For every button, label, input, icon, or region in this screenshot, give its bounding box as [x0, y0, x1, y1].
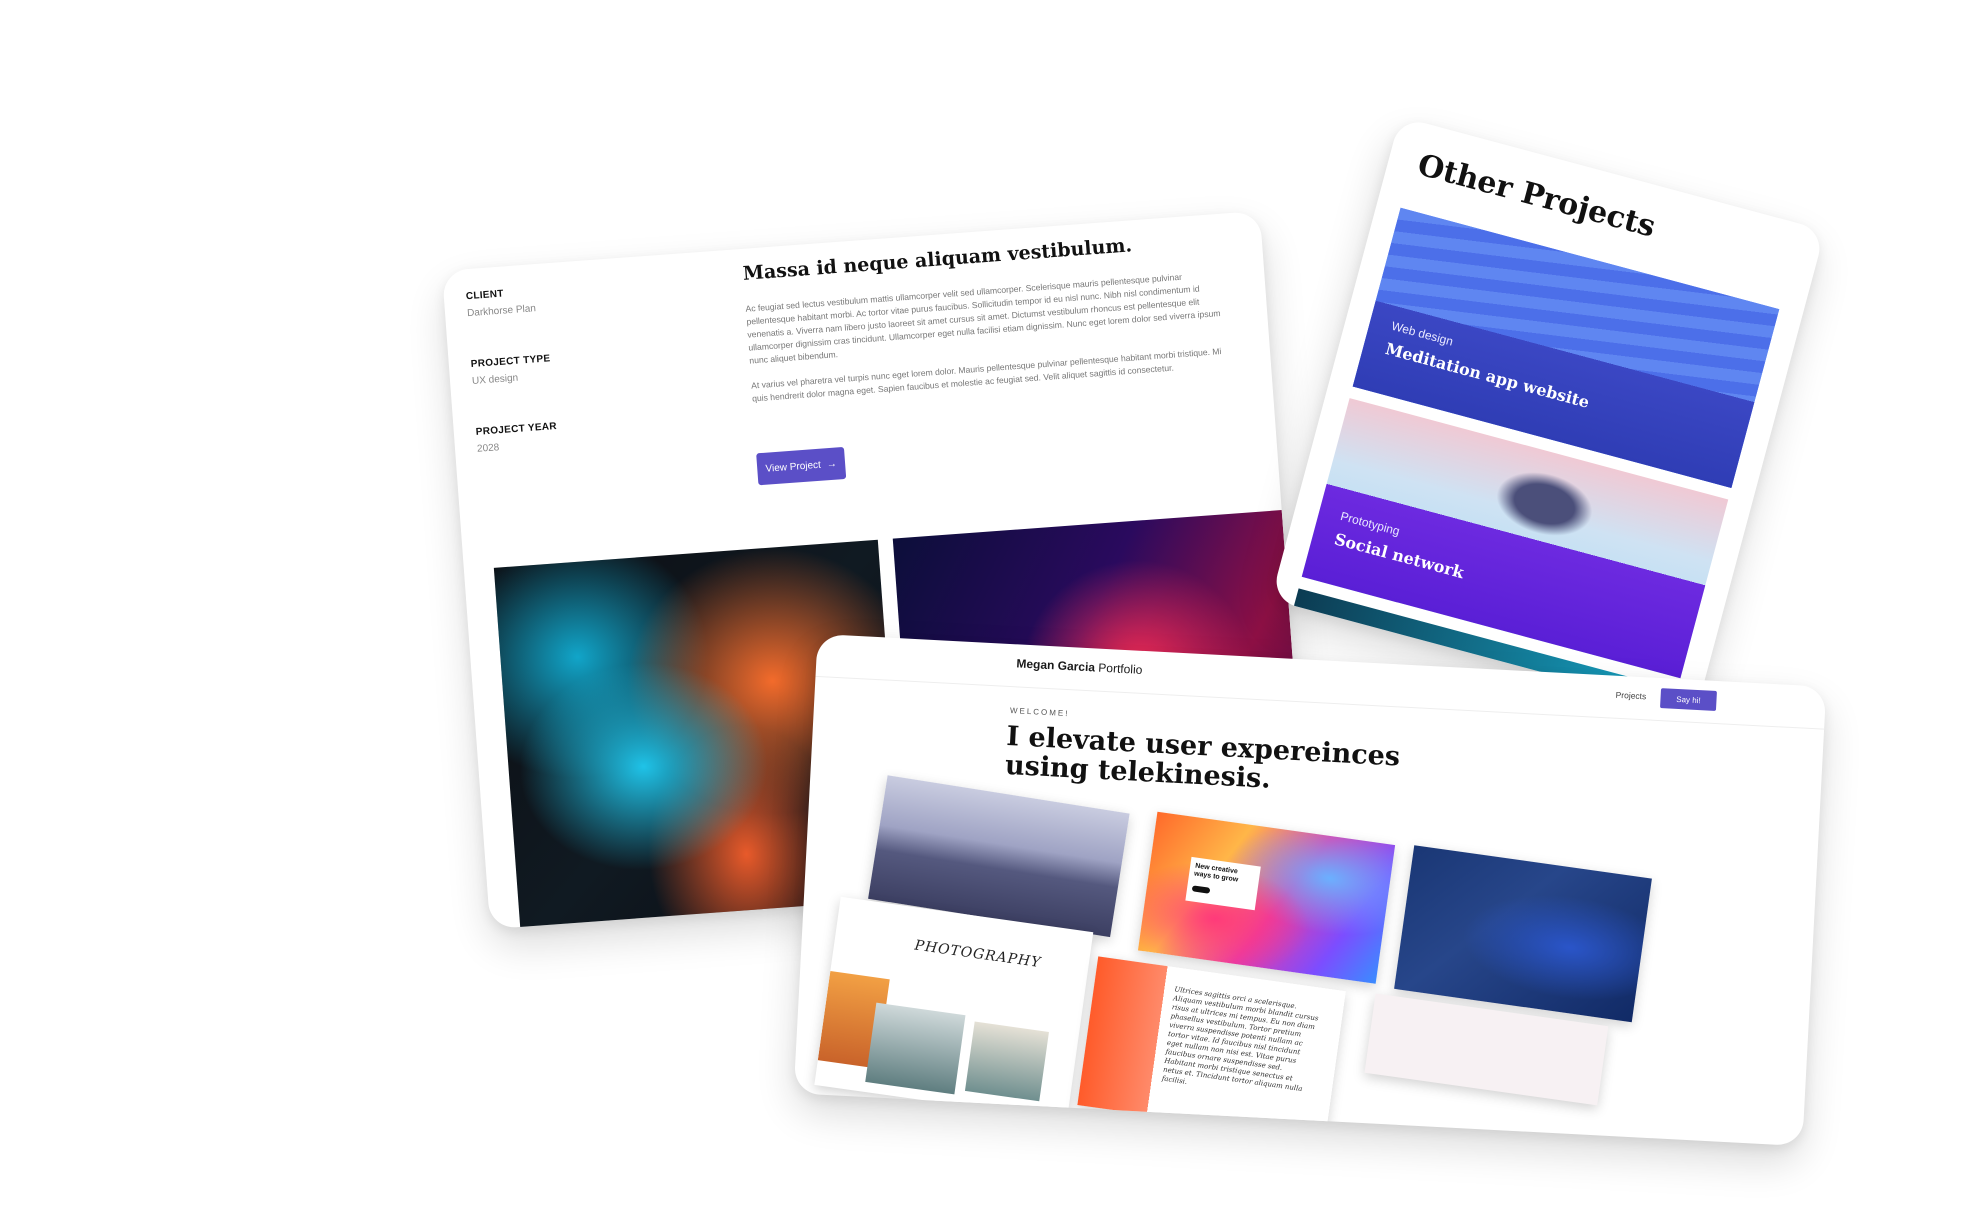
welcome-eyebrow: WELCOME!	[1009, 706, 1070, 719]
photo-thumb	[865, 1002, 966, 1095]
project-meta: CLIENT Darkhorse Plan PROJECT TYPE UX de…	[465, 275, 699, 495]
portfolio-tile-editorial[interactable]: Ultrices sagittis orci a scelerisque. Al…	[1077, 956, 1346, 1140]
brand-suffix: Portfolio	[1098, 660, 1143, 677]
tile-overlay-button	[1191, 885, 1211, 894]
brand-logo[interactable]: Megan Garcia Portfolio	[1016, 656, 1143, 677]
arrow-right-icon: →	[826, 458, 838, 470]
project-name: Meditation app website	[1383, 339, 1592, 412]
tile-overlay-card: New creative ways to grow	[1185, 856, 1261, 911]
editorial-text: Ultrices sagittis orci a scelerisque. Al…	[1161, 985, 1319, 1094]
portfolio-home-card: Megan Garcia Portfolio Projects Say hi! …	[793, 633, 1827, 1147]
view-project-label: View Project	[765, 459, 822, 475]
brand-name: Megan Garcia	[1016, 656, 1096, 675]
meta-project-type: PROJECT TYPE UX design	[470, 343, 691, 387]
meta-project-year: PROJECT YEAR 2028	[475, 411, 696, 455]
other-projects-card: Other Projects Web design Meditation app…	[1270, 116, 1826, 714]
portfolio-tile-photography[interactable]: PHOTOGRAPHY	[814, 896, 1094, 1121]
say-hi-button[interactable]: Say hi!	[1660, 688, 1717, 711]
project-description: Massa id neque aliquam vestibulum. Ac fe…	[742, 228, 1232, 418]
portfolio-tile-fluid[interactable]: New creative ways to grow	[1137, 811, 1396, 984]
nav-projects-link[interactable]: Projects	[1615, 690, 1646, 702]
photo-thumb	[964, 1021, 1049, 1102]
project-name: Social network	[1332, 529, 1466, 583]
portfolio-tile-blue-texture[interactable]	[1394, 845, 1652, 1023]
hero-heading: I elevate user expereinces using telekin…	[1004, 720, 1401, 795]
photography-title: PHOTOGRAPHY	[913, 937, 1043, 972]
tile-overlay-text: New creative ways to grow	[1193, 862, 1239, 884]
view-project-button[interactable]: View Project →	[756, 446, 847, 486]
meta-client: CLIENT Darkhorse Plan	[465, 275, 686, 319]
